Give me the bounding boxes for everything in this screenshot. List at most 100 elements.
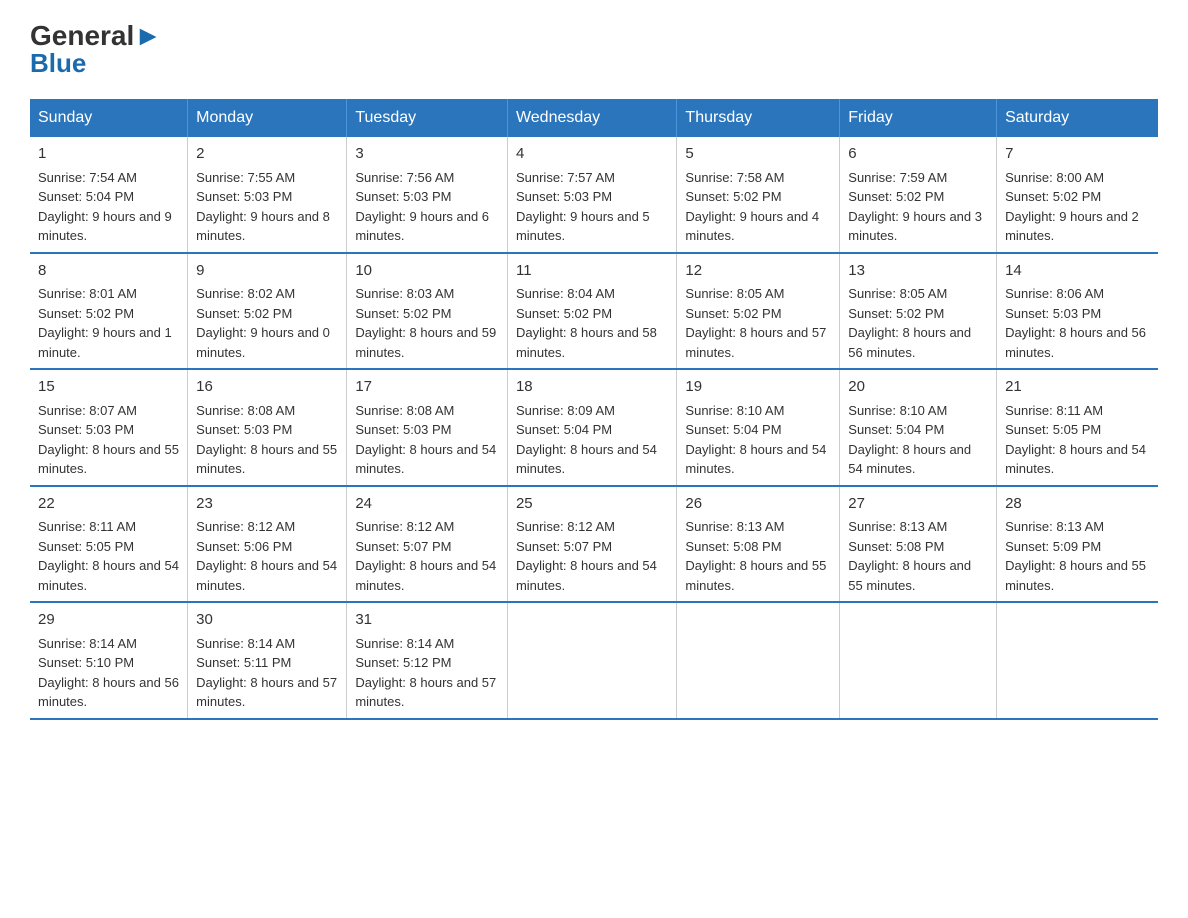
calendar-table: SundayMondayTuesdayWednesdayThursdayFrid… (30, 99, 1158, 720)
day-info: Sunrise: 8:08 AMSunset: 5:03 PMDaylight:… (196, 401, 338, 479)
day-info: Sunrise: 7:54 AMSunset: 5:04 PMDaylight:… (38, 168, 179, 246)
day-info: Sunrise: 8:05 AMSunset: 5:02 PMDaylight:… (848, 284, 988, 362)
calendar-header: SundayMondayTuesdayWednesdayThursdayFrid… (30, 99, 1158, 137)
calendar-cell: 30Sunrise: 8:14 AMSunset: 5:11 PMDayligh… (188, 602, 347, 719)
column-header-thursday: Thursday (677, 99, 840, 137)
day-number: 19 (685, 376, 831, 399)
calendar-cell (677, 602, 840, 719)
calendar-cell: 27Sunrise: 8:13 AMSunset: 5:08 PMDayligh… (840, 486, 997, 603)
day-info: Sunrise: 8:12 AMSunset: 5:07 PMDaylight:… (516, 517, 668, 595)
calendar-cell: 1Sunrise: 7:54 AMSunset: 5:04 PMDaylight… (30, 137, 188, 253)
day-info: Sunrise: 8:09 AMSunset: 5:04 PMDaylight:… (516, 401, 668, 479)
column-header-sunday: Sunday (30, 99, 188, 137)
calendar-cell (507, 602, 676, 719)
day-number: 23 (196, 493, 338, 516)
day-info: Sunrise: 8:13 AMSunset: 5:08 PMDaylight:… (848, 517, 988, 595)
calendar-cell: 10Sunrise: 8:03 AMSunset: 5:02 PMDayligh… (347, 253, 508, 370)
day-info: Sunrise: 7:58 AMSunset: 5:02 PMDaylight:… (685, 168, 831, 246)
day-number: 6 (848, 143, 988, 166)
day-number: 25 (516, 493, 668, 516)
column-header-monday: Monday (188, 99, 347, 137)
day-number: 3 (355, 143, 499, 166)
calendar-cell: 18Sunrise: 8:09 AMSunset: 5:04 PMDayligh… (507, 369, 676, 486)
day-number: 22 (38, 493, 179, 516)
day-number: 20 (848, 376, 988, 399)
calendar-cell: 20Sunrise: 8:10 AMSunset: 5:04 PMDayligh… (840, 369, 997, 486)
day-number: 24 (355, 493, 499, 516)
calendar-cell: 29Sunrise: 8:14 AMSunset: 5:10 PMDayligh… (30, 602, 188, 719)
day-info: Sunrise: 8:11 AMSunset: 5:05 PMDaylight:… (38, 517, 179, 595)
day-info: Sunrise: 8:01 AMSunset: 5:02 PMDaylight:… (38, 284, 179, 362)
column-header-wednesday: Wednesday (507, 99, 676, 137)
calendar-cell: 2Sunrise: 7:55 AMSunset: 5:03 PMDaylight… (188, 137, 347, 253)
calendar-cell (997, 602, 1158, 719)
day-info: Sunrise: 8:14 AMSunset: 5:10 PMDaylight:… (38, 634, 179, 712)
calendar-week-row: 29Sunrise: 8:14 AMSunset: 5:10 PMDayligh… (30, 602, 1158, 719)
day-number: 17 (355, 376, 499, 399)
calendar-cell: 7Sunrise: 8:00 AMSunset: 5:02 PMDaylight… (997, 137, 1158, 253)
calendar-cell: 14Sunrise: 8:06 AMSunset: 5:03 PMDayligh… (997, 253, 1158, 370)
calendar-week-row: 15Sunrise: 8:07 AMSunset: 5:03 PMDayligh… (30, 369, 1158, 486)
calendar-cell: 17Sunrise: 8:08 AMSunset: 5:03 PMDayligh… (347, 369, 508, 486)
day-number: 7 (1005, 143, 1150, 166)
day-info: Sunrise: 8:08 AMSunset: 5:03 PMDaylight:… (355, 401, 499, 479)
logo-blue-line: Blue (30, 48, 162, 79)
day-number: 31 (355, 609, 499, 632)
calendar-cell: 24Sunrise: 8:12 AMSunset: 5:07 PMDayligh… (347, 486, 508, 603)
day-info: Sunrise: 7:56 AMSunset: 5:03 PMDaylight:… (355, 168, 499, 246)
day-number: 26 (685, 493, 831, 516)
calendar-body: 1Sunrise: 7:54 AMSunset: 5:04 PMDaylight… (30, 137, 1158, 719)
calendar-cell: 11Sunrise: 8:04 AMSunset: 5:02 PMDayligh… (507, 253, 676, 370)
day-number: 29 (38, 609, 179, 632)
calendar-cell: 21Sunrise: 8:11 AMSunset: 5:05 PMDayligh… (997, 369, 1158, 486)
calendar-cell: 23Sunrise: 8:12 AMSunset: 5:06 PMDayligh… (188, 486, 347, 603)
calendar-cell: 6Sunrise: 7:59 AMSunset: 5:02 PMDaylight… (840, 137, 997, 253)
page-header: General ► Blue (30, 20, 1158, 79)
day-number: 18 (516, 376, 668, 399)
day-number: 4 (516, 143, 668, 166)
calendar-week-row: 8Sunrise: 8:01 AMSunset: 5:02 PMDaylight… (30, 253, 1158, 370)
day-number: 9 (196, 260, 338, 283)
day-info: Sunrise: 7:57 AMSunset: 5:03 PMDaylight:… (516, 168, 668, 246)
day-info: Sunrise: 8:10 AMSunset: 5:04 PMDaylight:… (848, 401, 988, 479)
column-header-friday: Friday (840, 99, 997, 137)
day-number: 10 (355, 260, 499, 283)
calendar-cell: 31Sunrise: 8:14 AMSunset: 5:12 PMDayligh… (347, 602, 508, 719)
day-info: Sunrise: 8:12 AMSunset: 5:07 PMDaylight:… (355, 517, 499, 595)
calendar-cell: 3Sunrise: 7:56 AMSunset: 5:03 PMDaylight… (347, 137, 508, 253)
day-number: 11 (516, 260, 668, 283)
calendar-cell: 13Sunrise: 8:05 AMSunset: 5:02 PMDayligh… (840, 253, 997, 370)
day-info: Sunrise: 8:05 AMSunset: 5:02 PMDaylight:… (685, 284, 831, 362)
day-info: Sunrise: 8:03 AMSunset: 5:02 PMDaylight:… (355, 284, 499, 362)
calendar-cell: 26Sunrise: 8:13 AMSunset: 5:08 PMDayligh… (677, 486, 840, 603)
day-number: 13 (848, 260, 988, 283)
day-info: Sunrise: 7:55 AMSunset: 5:03 PMDaylight:… (196, 168, 338, 246)
day-info: Sunrise: 8:14 AMSunset: 5:11 PMDaylight:… (196, 634, 338, 712)
calendar-cell: 12Sunrise: 8:05 AMSunset: 5:02 PMDayligh… (677, 253, 840, 370)
day-info: Sunrise: 8:00 AMSunset: 5:02 PMDaylight:… (1005, 168, 1150, 246)
calendar-cell: 15Sunrise: 8:07 AMSunset: 5:03 PMDayligh… (30, 369, 188, 486)
day-info: Sunrise: 8:13 AMSunset: 5:09 PMDaylight:… (1005, 517, 1150, 595)
calendar-cell: 28Sunrise: 8:13 AMSunset: 5:09 PMDayligh… (997, 486, 1158, 603)
logo: General ► Blue (30, 20, 162, 79)
calendar-cell: 9Sunrise: 8:02 AMSunset: 5:02 PMDaylight… (188, 253, 347, 370)
day-info: Sunrise: 8:14 AMSunset: 5:12 PMDaylight:… (355, 634, 499, 712)
day-number: 5 (685, 143, 831, 166)
day-info: Sunrise: 7:59 AMSunset: 5:02 PMDaylight:… (848, 168, 988, 246)
calendar-cell: 4Sunrise: 7:57 AMSunset: 5:03 PMDaylight… (507, 137, 676, 253)
day-info: Sunrise: 8:11 AMSunset: 5:05 PMDaylight:… (1005, 401, 1150, 479)
calendar-cell: 19Sunrise: 8:10 AMSunset: 5:04 PMDayligh… (677, 369, 840, 486)
day-info: Sunrise: 8:02 AMSunset: 5:02 PMDaylight:… (196, 284, 338, 362)
day-info: Sunrise: 8:13 AMSunset: 5:08 PMDaylight:… (685, 517, 831, 595)
day-info: Sunrise: 8:06 AMSunset: 5:03 PMDaylight:… (1005, 284, 1150, 362)
calendar-cell: 22Sunrise: 8:11 AMSunset: 5:05 PMDayligh… (30, 486, 188, 603)
calendar-cell: 25Sunrise: 8:12 AMSunset: 5:07 PMDayligh… (507, 486, 676, 603)
calendar-cell: 8Sunrise: 8:01 AMSunset: 5:02 PMDaylight… (30, 253, 188, 370)
column-header-saturday: Saturday (997, 99, 1158, 137)
column-header-tuesday: Tuesday (347, 99, 508, 137)
day-info: Sunrise: 8:04 AMSunset: 5:02 PMDaylight:… (516, 284, 668, 362)
day-number: 14 (1005, 260, 1150, 283)
calendar-week-row: 22Sunrise: 8:11 AMSunset: 5:05 PMDayligh… (30, 486, 1158, 603)
calendar-cell (840, 602, 997, 719)
day-info: Sunrise: 8:07 AMSunset: 5:03 PMDaylight:… (38, 401, 179, 479)
